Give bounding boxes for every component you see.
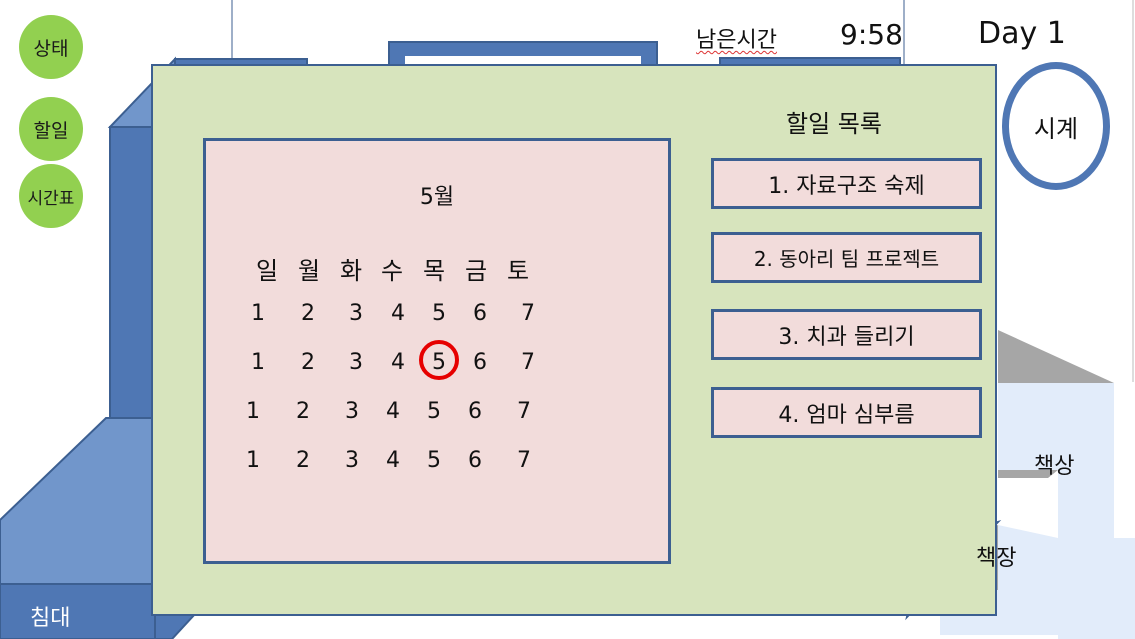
calendar-weekday: 수: [380, 257, 404, 285]
status-button-label: 상태: [33, 37, 69, 60]
calendar-day[interactable]: 3: [332, 399, 372, 424]
todo-item-label: 2. 동아리 팀 프로젝트: [753, 247, 940, 271]
calendar-day[interactable]: 2: [283, 448, 323, 473]
calendar-day[interactable]: 2: [288, 301, 328, 326]
status-button[interactable]: 상태: [19, 15, 83, 79]
calendar-day[interactable]: 1: [238, 301, 278, 326]
todo-item-4[interactable]: 4. 엄마 심부름: [711, 387, 982, 438]
bookshelf-label[interactable]: 책장: [976, 540, 1016, 572]
calendar-day[interactable]: 4: [373, 399, 413, 424]
wardrobe-front: [109, 126, 156, 420]
calendar-weekday: 월: [297, 257, 321, 285]
bed-top: [0, 417, 156, 586]
calendar-day[interactable]: 5: [419, 301, 459, 326]
calendar-card: 5월 일월화수목금토1234567123456712345671234567: [203, 138, 671, 564]
calendar-weekday: 화: [339, 257, 363, 285]
todo-item-label: 1. 자료구조 숙제: [768, 173, 925, 199]
bed-front: [0, 583, 173, 639]
todo-item-label: 4. 엄마 심부름: [778, 402, 915, 428]
bed-label[interactable]: 침대: [30, 600, 70, 632]
calendar-day[interactable]: 4: [378, 301, 418, 326]
todo-button[interactable]: 할일: [19, 97, 83, 161]
calendar-day[interactable]: 6: [460, 301, 500, 326]
calendar-day[interactable]: 1: [233, 399, 273, 424]
remaining-time-value: 9:58: [840, 18, 903, 51]
today-highlight-ring: [419, 340, 459, 380]
calendar-day[interactable]: 1: [233, 448, 273, 473]
calendar-day[interactable]: 2: [283, 399, 323, 424]
day-counter: Day 1: [978, 16, 1066, 51]
desk-label[interactable]: 책상: [1034, 448, 1074, 480]
calendar-weekday: 토: [506, 257, 530, 285]
calendar-weekday: 금: [464, 257, 488, 285]
clock-button-label: 시계: [1033, 114, 1079, 143]
calendar-day[interactable]: 7: [508, 301, 548, 326]
clock-button[interactable]: 시계: [1002, 62, 1110, 190]
calendar-day[interactable]: 3: [332, 448, 372, 473]
calendar-day[interactable]: 7: [504, 448, 544, 473]
remaining-time-label: 남은시간: [696, 28, 777, 53]
calendar-day[interactable]: 1: [238, 350, 278, 375]
calendar-day[interactable]: 5: [414, 448, 454, 473]
calendar-day[interactable]: 7: [504, 399, 544, 424]
calendar-month-title: 5월: [419, 185, 455, 210]
calendar-day[interactable]: 6: [455, 448, 495, 473]
calendar-day[interactable]: 2: [288, 350, 328, 375]
calendar-weekday: 목: [422, 257, 446, 285]
todo-list-title: 할일 목록: [786, 110, 882, 138]
todo-button-label: 할일: [33, 119, 69, 142]
calendar-day[interactable]: 3: [336, 301, 376, 326]
timetable-button-label: 시간표: [27, 188, 75, 209]
timetable-button[interactable]: 시간표: [19, 164, 83, 228]
todo-item-label: 3. 치과 들리기: [778, 324, 915, 350]
calendar-day[interactable]: 6: [460, 350, 500, 375]
calendar-weekday: 일: [255, 257, 279, 285]
calendar-day[interactable]: 6: [455, 399, 495, 424]
desk-shadow: [998, 330, 1114, 383]
calendar-day[interactable]: 4: [378, 350, 418, 375]
calendar-day[interactable]: 3: [336, 350, 376, 375]
todo-item-1[interactable]: 1. 자료구조 숙제: [711, 158, 982, 209]
calendar-day[interactable]: 4: [373, 448, 413, 473]
todo-item-2[interactable]: 2. 동아리 팀 프로젝트: [711, 232, 982, 283]
calendar-day[interactable]: 5: [414, 399, 454, 424]
calendar-day[interactable]: 7: [508, 350, 548, 375]
todo-item-3[interactable]: 3. 치과 들리기: [711, 309, 982, 360]
